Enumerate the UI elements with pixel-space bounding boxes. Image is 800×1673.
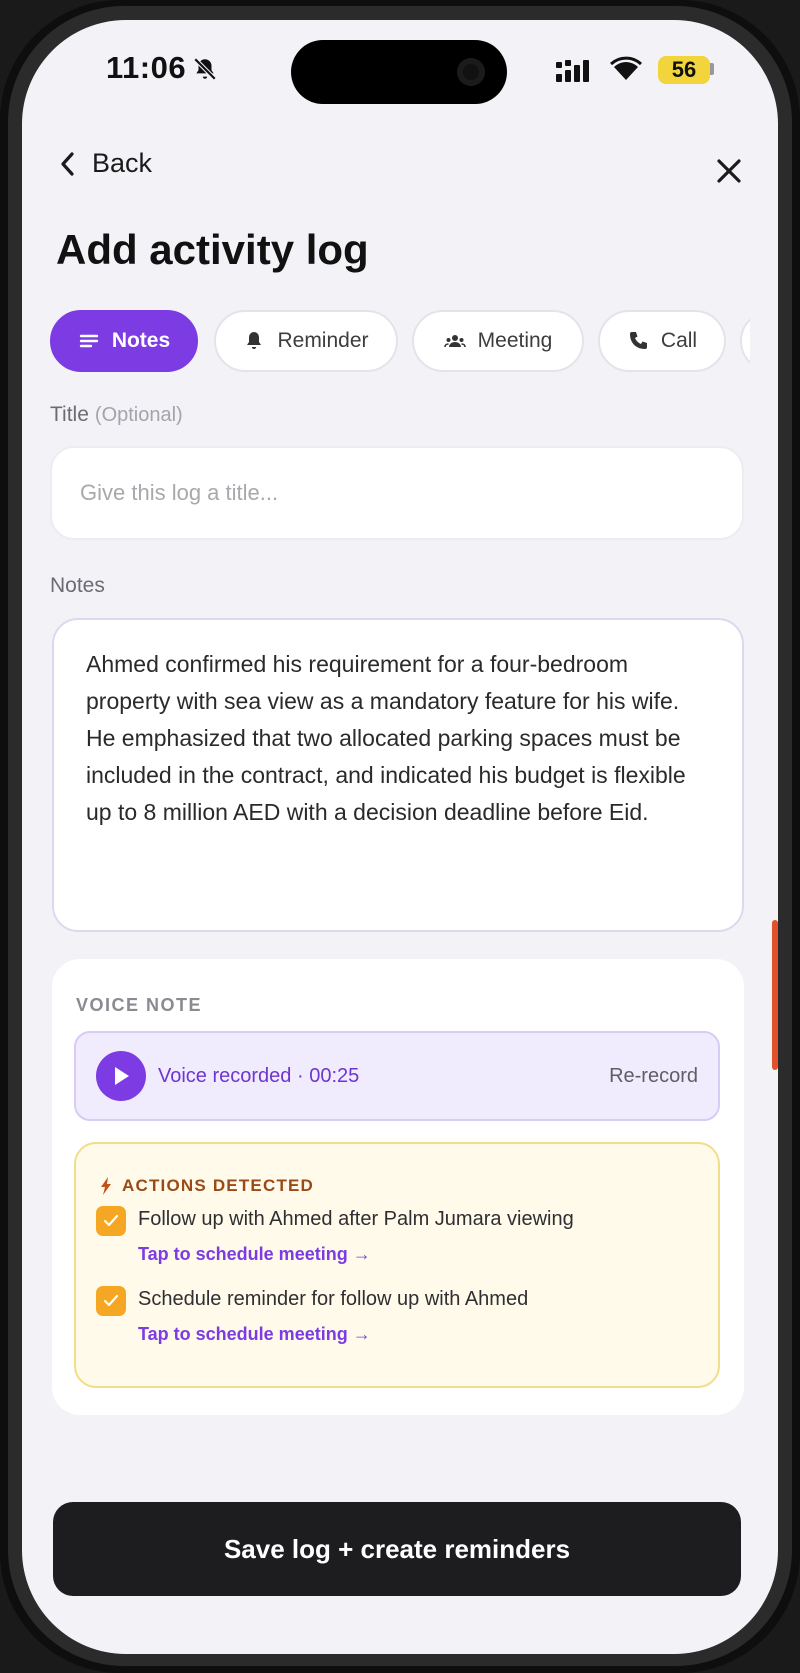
action-text: Follow up with Ahmed after Palm Jumara v… bbox=[138, 1208, 574, 1230]
notes-textarea[interactable]: Ahmed confirmed his requirement for a fo… bbox=[52, 618, 744, 932]
signal-icon bbox=[556, 60, 589, 82]
voice-note-heading: VOICE NOTE bbox=[76, 995, 203, 1015]
battery-tip bbox=[710, 63, 714, 75]
action-checkbox[interactable] bbox=[96, 1286, 126, 1316]
people-icon bbox=[443, 335, 466, 348]
side-accent bbox=[772, 920, 778, 1070]
phone-icon bbox=[629, 332, 647, 349]
title-field-label: Title (Optional) bbox=[50, 403, 183, 427]
play-button[interactable] bbox=[96, 1051, 146, 1101]
dynamic-island bbox=[291, 40, 507, 104]
back-label: Back bbox=[92, 148, 153, 178]
app-screen: 11:06 56 Back Add activity log Notes Rem… bbox=[22, 20, 778, 1654]
schedule-meeting-link[interactable]: Tap to schedule meeting → bbox=[138, 1324, 371, 1345]
check-icon bbox=[103, 1294, 119, 1307]
voice-status: Voice recorded · 00:25 bbox=[158, 1065, 360, 1087]
save-log-button[interactable]: Save log + create reminders bbox=[53, 1502, 741, 1596]
camera-icon bbox=[457, 58, 485, 86]
tab-notes[interactable]: Notes bbox=[50, 310, 198, 372]
page-title: Add activity log bbox=[56, 226, 369, 273]
close-icon[interactable] bbox=[712, 154, 746, 188]
action-checkbox[interactable] bbox=[96, 1206, 126, 1236]
play-icon bbox=[115, 1067, 129, 1085]
check-icon bbox=[103, 1214, 119, 1227]
bell-slash-icon bbox=[193, 57, 217, 81]
tab-label: Notes bbox=[111, 329, 171, 352]
notes-field-label: Notes bbox=[50, 574, 105, 597]
back-button[interactable]: Back bbox=[58, 148, 152, 179]
tab-call[interactable]: Call bbox=[598, 310, 726, 372]
voice-player: Voice recorded · 00:25 Re-record bbox=[74, 1031, 720, 1121]
chevron-left-icon bbox=[61, 151, 74, 176]
optional-hint: (Optional) bbox=[94, 404, 183, 426]
actions-heading: ACTIONS DETECTED bbox=[100, 1176, 314, 1196]
tab-overflow[interactable] bbox=[740, 310, 750, 372]
tab-meeting[interactable]: Meeting bbox=[412, 310, 584, 372]
schedule-meeting-link[interactable]: Tap to schedule meeting → bbox=[138, 1244, 371, 1265]
actions-heading-text: ACTIONS DETECTED bbox=[122, 1176, 315, 1195]
notes-icon bbox=[79, 334, 99, 348]
action-text: Schedule reminder for follow up with Ahm… bbox=[138, 1288, 529, 1310]
title-label-text: Title bbox=[50, 403, 89, 426]
bell-icon bbox=[247, 332, 262, 349]
tab-label: Call bbox=[660, 329, 698, 352]
wifi-icon bbox=[610, 56, 642, 80]
battery-icon: 56 bbox=[658, 56, 710, 84]
title-input[interactable] bbox=[50, 446, 744, 540]
tab-label: Meeting bbox=[477, 329, 553, 352]
lightning-icon bbox=[101, 1177, 111, 1195]
tab-reminder[interactable]: Reminder bbox=[214, 310, 398, 372]
voice-note-card: VOICE NOTE Voice recorded · 00:25 Re-rec… bbox=[52, 959, 744, 1415]
status-time: 11:06 bbox=[106, 50, 187, 85]
rerecord-button[interactable]: Re-record bbox=[609, 1065, 698, 1088]
activity-type-tabs: Notes Reminder Meeting Call bbox=[50, 310, 750, 374]
tab-label: Reminder bbox=[277, 329, 369, 352]
actions-detected-panel: ACTIONS DETECTED Follow up with Ahmed af… bbox=[74, 1142, 720, 1388]
phone-frame: 11:06 56 Back Add activity log Notes Rem… bbox=[0, 0, 800, 1673]
